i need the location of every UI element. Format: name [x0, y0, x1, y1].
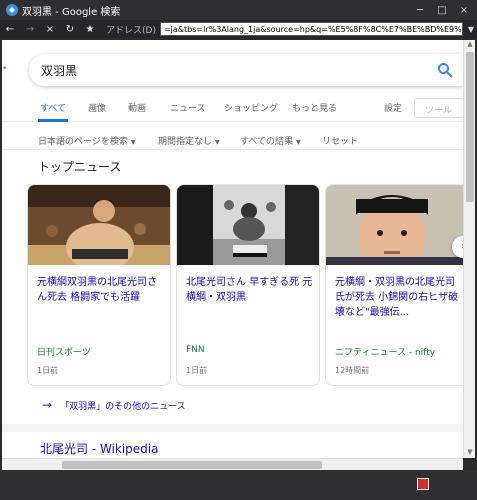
news-source: ニフティニュース - nifty [335, 348, 436, 358]
status-indicator-icon[interactable] [417, 478, 429, 490]
back-button[interactable]: ← [0, 20, 20, 38]
search-icon[interactable] [437, 62, 453, 78]
active-tab-indicator [38, 119, 68, 122]
wikipedia-result-link[interactable]: 北尾光司 - Wikipedia [40, 440, 158, 457]
news-card[interactable]: 北尾光司さん 早すぎる死 元横綱・双羽黒 FNN 1日前 [176, 184, 320, 386]
address-bar[interactable]: =ja&tbs=lr%3Alang_1ja&source=hp&q=%E5%8F… [159, 22, 463, 36]
chevron-down-icon: ▼ [130, 139, 136, 146]
search-filters: 日本語のページを検索 ▼ 期間指定なし ▼ すべての結果 ▼ リセット [2, 132, 463, 150]
scroll-up-icon[interactable]: ▲ [464, 40, 476, 50]
tab-all[interactable]: すべて [40, 101, 66, 114]
vertical-scrollbar[interactable]: ▲ ▼ [463, 40, 475, 458]
news-thumbnail [28, 185, 170, 265]
minimize-button[interactable]: ─ [409, 0, 431, 20]
horizontal-scrollbar[interactable] [2, 458, 463, 470]
results-filter-label: すべての結果 [240, 137, 294, 147]
forward-button[interactable]: → [20, 20, 40, 38]
reload-button[interactable]: ↻ [60, 20, 80, 38]
address-dropdown[interactable]: ▼ [465, 25, 477, 34]
language-filter[interactable]: 日本語のページを検索 ▼ [38, 134, 135, 147]
arrow-right-icon: → [42, 398, 53, 412]
language-filter-label: 日本語のページを検索 [38, 137, 128, 147]
more-news-link[interactable]: → 「双羽黒」のその他のニュース [42, 398, 186, 412]
news-age: 12時間前 [335, 366, 370, 375]
status-bar [0, 470, 477, 500]
news-card[interactable]: 元横綱双羽黒の北尾光司さん死去 格闘家でも活躍 日刊スポーツ 1日前 [27, 184, 171, 386]
news-thumbnail [177, 185, 319, 265]
tools-button[interactable]: ツール [414, 98, 463, 118]
news-thumbnail [326, 185, 463, 265]
news-source: 日刊スポーツ [37, 348, 91, 358]
tab-more[interactable]: もっと見る [292, 101, 337, 114]
horizontal-scroll-thumb[interactable] [62, 461, 322, 469]
results-filter[interactable]: すべての結果 ▼ [240, 134, 301, 147]
close-window-button[interactable]: × [453, 0, 475, 20]
favorite-button[interactable]: ★ [80, 20, 100, 38]
chevron-down-icon: ▼ [296, 139, 301, 146]
window-title: 双羽黒 - Google 検索 [22, 6, 121, 18]
time-filter[interactable]: 期間指定なし ▼ [158, 134, 220, 147]
tab-news[interactable]: ニュース [170, 101, 206, 114]
section-divider [2, 424, 463, 432]
search-box[interactable]: 双羽黒 [29, 54, 463, 86]
chevron-down-icon: ▼ [215, 139, 220, 146]
news-headline[interactable]: 元横綱・双羽黒の北尾光司氏が死去 小錦関の右ヒザ破壊など"最強伝... [335, 275, 463, 320]
search-query[interactable]: 双羽黒 [41, 62, 437, 79]
browser-app-icon [6, 4, 18, 16]
news-headline[interactable]: 北尾光司さん 早すぎる死 元横綱・双羽黒 [186, 275, 314, 305]
news-age: 1日前 [186, 366, 208, 375]
reset-filter-link[interactable]: リセット [322, 134, 358, 147]
scroll-down-icon[interactable]: ▼ [464, 448, 476, 458]
top-news-title: トップニュース [38, 160, 122, 174]
tab-videos[interactable]: 動画 [128, 101, 146, 114]
vertical-scroll-thumb[interactable] [466, 52, 474, 202]
stop-button[interactable]: × [40, 20, 60, 38]
tab-images[interactable]: 画像 [88, 101, 106, 114]
more-news-label: 「双羽黒」のその他のニュース [60, 401, 186, 412]
window-titlebar: 双羽黒 - Google 検索 ─ □ × [0, 0, 477, 20]
news-source: FNN [186, 345, 205, 355]
tab-shopping[interactable]: ショッピング [224, 101, 278, 114]
browser-toolbar: ← → × ↻ ★ アドレス(D) =ja&tbs=lr%3Alang_1ja&… [0, 20, 477, 38]
news-headline[interactable]: 元横綱双羽黒の北尾光司さん死去 格闘家でも活躍 [37, 275, 165, 305]
address-label: アドレス(D) [106, 25, 156, 36]
search-tabs: すべて 画像 動画 ニュース ショッピング もっと見る 設定 ツール [2, 96, 463, 122]
time-filter-label: 期間指定なし [158, 137, 213, 147]
news-age: 1日前 [37, 366, 59, 375]
maximize-button[interactable]: □ [431, 0, 453, 20]
page-viewport: • 双羽黒 すべて 画像 動画 ニュース ショッピング もっと見る 設定 ツール… [2, 40, 463, 458]
news-card[interactable]: 元横綱・双羽黒の北尾光司氏が死去 小錦関の右ヒザ破壊など"最強伝... ニフティ… [325, 184, 463, 386]
settings-link[interactable]: 設定 [384, 101, 402, 114]
page-edge-mark: • [2, 64, 8, 74]
